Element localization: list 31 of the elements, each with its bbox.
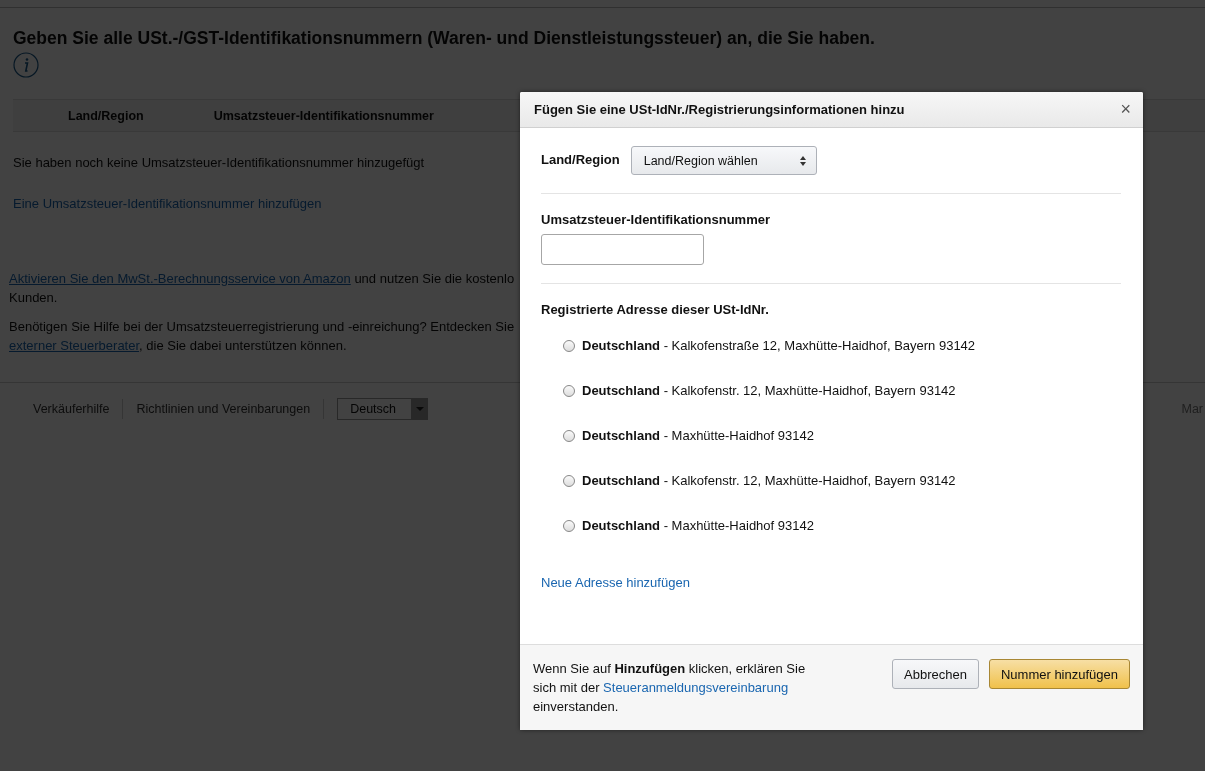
field-label: Land/Region bbox=[541, 152, 620, 167]
paragraph-text: und nutzen Sie die kostenlo bbox=[353, 271, 515, 286]
new-address-link[interactable]: Neue Adresse hinzufügen bbox=[541, 575, 1121, 590]
empty-message: Sie haben noch keine Umsatzsteuer-Identifikationsnummer hinzugefügt bbox=[13, 155, 425, 170]
close-button[interactable]: × bbox=[1120, 99, 1131, 120]
paragraph-text: Kunden. bbox=[9, 290, 58, 305]
column-header: Umsatzsteuer-Identifikationsnummer bbox=[213, 108, 434, 123]
radio-button[interactable] bbox=[563, 429, 575, 442]
field-label: Umsatzsteuer-Identifikationsnummer bbox=[541, 212, 771, 227]
dialog-title: Fügen Sie eine USt-IdNr./Registrierungsinformationen hinzu bbox=[534, 102, 905, 117]
page-heading: Geben Sie alle USt.-/GST-Identifikationsnummern (Waren- und Dienstleistungssteuer) an, die Sie haben. bbox=[13, 28, 875, 49]
radio-button[interactable] bbox=[563, 339, 575, 352]
section-label: Registrierte Adresse dieser USt-IdNr. bbox=[541, 302, 770, 317]
sort-arrows-icon bbox=[799, 155, 806, 166]
add-number-button[interactable]: Nummer hinzufügen bbox=[988, 659, 1130, 689]
address-option[interactable]: Deutschland - Maxhütte-Haidhof 93142 bbox=[582, 518, 814, 533]
radio-button[interactable] bbox=[563, 519, 575, 532]
address-option[interactable]: Deutschland - Kalkofenstr. 12, Maxhütte-Haidhof, Bayern 93142 bbox=[582, 383, 956, 398]
paragraph-text: Benötigen Sie Hilfe bei der Umsatzsteuerregistrierung und -einreichung? Entdecken Sie bbox=[9, 319, 515, 334]
radio-button[interactable] bbox=[563, 384, 575, 397]
address-option[interactable]: Deutschland - Kalkofenstraße 12, Maxhütte-Haidhof, Bayern 93142 bbox=[582, 338, 976, 353]
country-select[interactable]: Land/Region wählen bbox=[630, 146, 817, 175]
address-option[interactable]: Deutschland - Maxhütte-Haidhof 93142 bbox=[582, 428, 814, 443]
cancel-button[interactable]: Abbrechen bbox=[892, 659, 979, 689]
column-header: Land/Region bbox=[68, 108, 144, 123]
radio-button[interactable] bbox=[563, 474, 575, 487]
address-option[interactable]: Deutschland - Kalkofenstr. 12, Maxhütte-Haidhof, Bayern 93142 bbox=[582, 473, 956, 488]
paragraph-text: , die Sie dabei unterstützen können. bbox=[139, 338, 347, 353]
consent-note: Wenn Sie auf Hinzufügen klicken, erklären Sie sich mit der Steueranmeldungsvereinbarung einverstanden. bbox=[533, 660, 807, 716]
vat-number-field[interactable] bbox=[541, 234, 704, 265]
agreement-link[interactable]: Steueranmeldungsvereinbarung bbox=[603, 680, 789, 695]
